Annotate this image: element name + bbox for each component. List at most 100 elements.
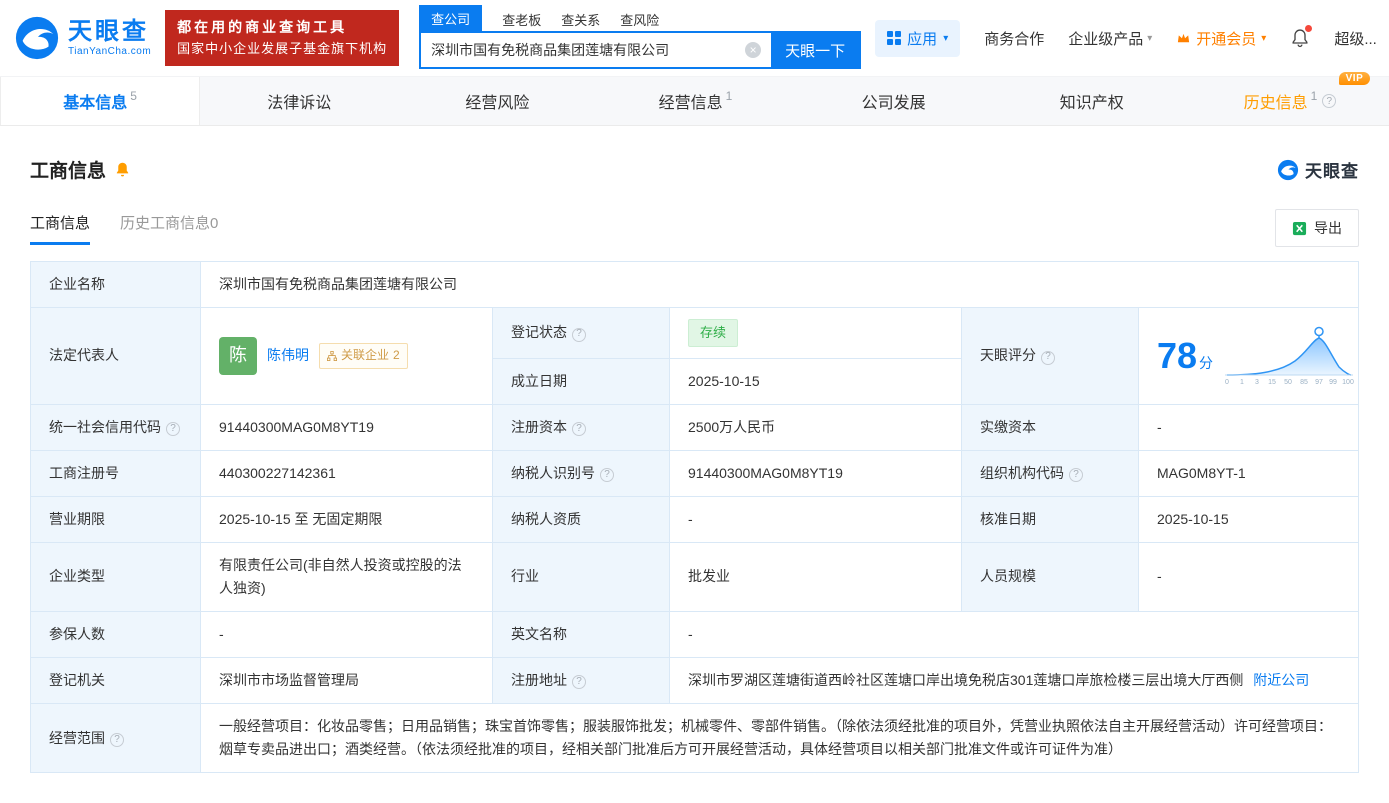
field-value-insured-count: - bbox=[200, 611, 493, 659]
notification-bell-icon[interactable] bbox=[1290, 25, 1313, 49]
apps-grid-icon bbox=[887, 31, 902, 45]
field-label-business-term: 营业期限 bbox=[30, 495, 201, 543]
svg-text:15: 15 bbox=[1268, 379, 1276, 386]
table-row: 企业名称 深圳市国有免税商品集团莲塘有限公司 bbox=[30, 260, 1359, 309]
field-value-credit-code: 91440300MAG0M8YT19 bbox=[200, 403, 493, 451]
tab-history-info[interactable]: VIP 历史信息 1 ? bbox=[1191, 72, 1389, 125]
table-row: 工商注册号 440300227142361 纳税人识别号? 91440300MA… bbox=[30, 449, 1359, 497]
field-label-org-code: 组织机构代码? bbox=[961, 449, 1139, 497]
field-value-score: 78 分 0 1 3 15 50 85 97 99 100 bbox=[1138, 307, 1359, 405]
tianyancha-watermark: 天眼查 bbox=[1277, 157, 1359, 182]
svg-text:0: 0 bbox=[1225, 379, 1229, 386]
field-label-reg-authority: 登记机关 bbox=[30, 657, 201, 705]
clear-search-icon[interactable]: × bbox=[745, 42, 762, 58]
help-icon[interactable]: ? bbox=[166, 421, 180, 436]
table-row: 统一社会信用代码? 91440300MAG0M8YT19 注册资本? 2500万… bbox=[30, 403, 1359, 451]
legal-rep-avatar[interactable]: 陈 bbox=[219, 336, 257, 375]
tianyancha-logo-icon bbox=[14, 15, 60, 61]
subtab-history-registration[interactable]: 历史工商信息0 bbox=[120, 212, 218, 245]
field-value-paid-capital: - bbox=[1138, 403, 1359, 451]
tab-intellectual-property[interactable]: 知识产权 bbox=[993, 77, 1191, 125]
tab-company-development[interactable]: 公司发展 bbox=[795, 77, 993, 125]
section-title: 工商信息 bbox=[30, 161, 107, 182]
field-value-approved-date: 2025-10-15 bbox=[1138, 495, 1359, 543]
field-label-legal-rep: 法定代表人 bbox=[30, 307, 201, 405]
business-info-table: 企业名称 深圳市国有免税商品集团莲塘有限公司 法定代表人 陈 陈伟明 关联企业 … bbox=[30, 260, 1359, 774]
search-tab-relation[interactable]: 查关系 bbox=[561, 10, 600, 31]
field-value-business-term: 2025-10-15 至 无固定期限 bbox=[200, 495, 493, 543]
help-icon[interactable]: ? bbox=[600, 467, 614, 482]
promo-banner: 都在用的商业查询工具 国家中小企业发展子基金旗下机构 bbox=[165, 10, 400, 66]
field-value-reg-address: 深圳市罗湖区莲塘街道西岭社区莲塘口岸出境免税店301莲塘口岸旅检楼三层出境大厅西… bbox=[669, 657, 1359, 705]
subtab-row: 工商信息 历史工商信息0 导出 bbox=[30, 209, 1359, 247]
svg-text:1: 1 bbox=[1240, 379, 1244, 386]
table-row: 营业期限 2025-10-15 至 无固定期限 纳税人资质 - 核准日期 202… bbox=[30, 495, 1359, 543]
field-label-credit-code: 统一社会信用代码? bbox=[30, 403, 201, 451]
tab-business-risk[interactable]: 经营风险 bbox=[398, 77, 596, 125]
nav-open-membership[interactable]: 开通会员 ▾ bbox=[1176, 28, 1266, 49]
score-number: 78 分 bbox=[1157, 335, 1214, 377]
nearby-companies-link[interactable]: 附近公司 bbox=[1253, 672, 1309, 688]
legal-rep-name-link[interactable]: 陈伟明 bbox=[267, 344, 309, 367]
table-row: 参保人数 - 英文名称 - bbox=[30, 611, 1359, 659]
related-companies-tag[interactable]: 关联企业 2 bbox=[319, 342, 408, 369]
search-tab-company[interactable]: 查公司 bbox=[419, 5, 483, 31]
help-icon[interactable]: ? bbox=[572, 675, 586, 690]
org-chart-icon bbox=[327, 350, 337, 361]
nav-enterprise-products[interactable]: 企业级产品 ▾ bbox=[1068, 28, 1152, 49]
crown-icon bbox=[1176, 31, 1191, 46]
notification-dot bbox=[1305, 25, 1313, 32]
vip-badge: VIP bbox=[1338, 72, 1371, 85]
field-label-reg-address: 注册地址? bbox=[492, 657, 670, 705]
field-label-paid-capital: 实缴资本 bbox=[961, 403, 1139, 451]
search-tab-boss[interactable]: 查老板 bbox=[502, 10, 541, 31]
table-row: 法定代表人 陈 陈伟明 关联企业 2 登记状态? 存续 天眼评分? 78 分 0… bbox=[30, 307, 1359, 405]
excel-icon bbox=[1292, 221, 1307, 236]
nav-apps[interactable]: 应用 ▾ bbox=[875, 19, 961, 57]
field-label-industry: 行业 bbox=[492, 541, 670, 613]
table-row: 企业类型 有限责任公司(非自然人投资或控股的法人独资) 行业 批发业 人员规模 … bbox=[30, 541, 1359, 613]
field-label-insured-count: 参保人数 bbox=[30, 611, 201, 659]
field-label-reg-capital: 注册资本? bbox=[492, 403, 670, 451]
field-value-business-scope: 一般经营项目：化妆品零售；日用品销售；珠宝首饰零售；服装服饰批发；机械零件、零部… bbox=[200, 703, 1359, 774]
promo-line1: 都在用的商业查询工具 bbox=[177, 19, 348, 36]
tab-count: 1 bbox=[1310, 89, 1318, 103]
help-icon[interactable]: ? bbox=[1069, 467, 1083, 482]
help-icon[interactable]: ? bbox=[572, 421, 586, 436]
search-area: 查公司 查老板 查关系 查风险 × 天眼一下 bbox=[419, 5, 862, 69]
field-label-reg-status: 登记状态? bbox=[492, 307, 670, 359]
field-label-company-type: 企业类型 bbox=[30, 541, 201, 613]
search-input[interactable] bbox=[421, 33, 746, 67]
field-value-english-name: - bbox=[669, 611, 1359, 659]
watermark-text: 天眼查 bbox=[1305, 162, 1359, 181]
subscribe-bell-icon[interactable] bbox=[114, 161, 131, 178]
tab-legal-proceedings[interactable]: 法律诉讼 bbox=[200, 77, 398, 125]
nav-business-cooperation[interactable]: 商务合作 bbox=[984, 28, 1044, 49]
help-icon[interactable]: ? bbox=[1041, 350, 1055, 365]
nav-super-member[interactable]: 超级... bbox=[1334, 28, 1377, 49]
tab-business-info[interactable]: 经营信息 1 bbox=[596, 77, 794, 125]
field-value-reg-status: 存续 bbox=[669, 307, 962, 359]
field-value-staff-size: - bbox=[1138, 541, 1359, 613]
help-icon[interactable]: ? bbox=[572, 327, 586, 342]
field-value-org-code: MAG0M8YT-1 bbox=[1138, 449, 1359, 497]
search-box: × 天眼一下 bbox=[419, 31, 862, 69]
export-button[interactable]: 导出 bbox=[1275, 209, 1359, 247]
svg-text:85: 85 bbox=[1300, 379, 1308, 386]
search-button[interactable]: 天眼一下 bbox=[771, 33, 860, 67]
table-row: 经营范围? 一般经营项目：化妆品零售；日用品销售；珠宝首饰零售；服装服饰批发；机… bbox=[30, 703, 1359, 774]
svg-text:100: 100 bbox=[1342, 379, 1354, 386]
status-badge: 存续 bbox=[688, 319, 739, 347]
search-tab-risk[interactable]: 查风险 bbox=[620, 10, 659, 31]
field-value-establish-date: 2025-10-15 bbox=[669, 357, 962, 405]
field-value-taxpayer-quality: - bbox=[669, 495, 962, 543]
tab-basic-info[interactable]: 基本信息 5 bbox=[0, 77, 201, 125]
field-value-reg-authority: 深圳市市场监督管理局 bbox=[200, 657, 493, 705]
site-logo[interactable]: 天眼查 TianYanCha.com bbox=[14, 15, 151, 61]
subtab-business-registration[interactable]: 工商信息 bbox=[30, 212, 91, 245]
field-value-company-type: 有限责任公司(非自然人投资或控股的法人独资) bbox=[200, 541, 493, 613]
field-label-approved-date: 核准日期 bbox=[961, 495, 1139, 543]
score-curve-chart: 0 1 3 15 50 85 97 99 100 bbox=[1223, 325, 1355, 387]
help-icon[interactable]: ? bbox=[1322, 94, 1337, 108]
help-icon[interactable]: ? bbox=[110, 733, 124, 748]
